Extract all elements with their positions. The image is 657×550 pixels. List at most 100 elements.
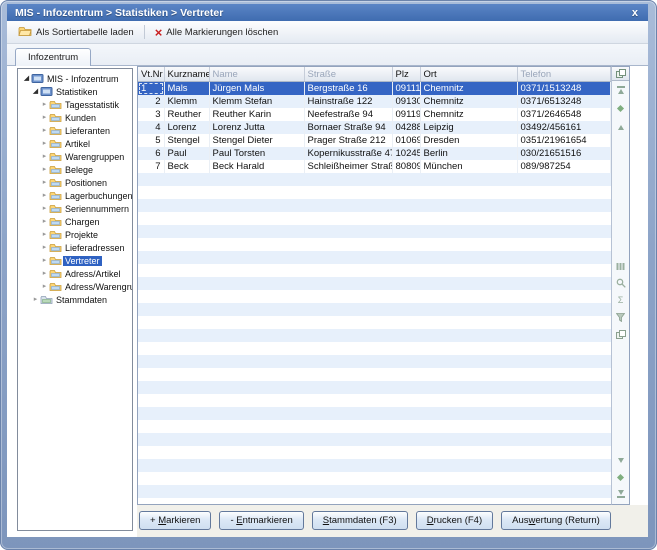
chevron-collapsed-icon[interactable]: ▸ bbox=[40, 139, 49, 148]
selection-marker-down-icon[interactable] bbox=[612, 471, 629, 483]
mark-button[interactable]: + Markieren bbox=[139, 511, 211, 530]
cell[interactable]: München bbox=[420, 160, 517, 173]
chevron-collapsed-icon[interactable]: ▸ bbox=[40, 178, 49, 187]
tab-infozentrum[interactable]: Infozentrum bbox=[15, 48, 91, 66]
tree-item-chargen[interactable]: ▸ Chargen bbox=[18, 215, 132, 228]
table-row[interactable]: 3 Reuther Reuther Karin Neefestraße 94 0… bbox=[138, 108, 611, 121]
cell[interactable]: Lorenz bbox=[164, 121, 209, 134]
cell[interactable]: 04288 bbox=[392, 121, 420, 134]
close-icon[interactable]: x bbox=[630, 7, 640, 19]
scroll-to-bottom-icon[interactable] bbox=[612, 488, 629, 500]
filter-icon[interactable] bbox=[612, 311, 629, 323]
tree-item-projekte[interactable]: ▸ Projekte bbox=[18, 228, 132, 241]
cell[interactable]: 0371/2646548 bbox=[517, 108, 611, 121]
tree-item-adress-artikel[interactable]: ▸ Adress/Artikel bbox=[18, 267, 132, 280]
sum-icon[interactable]: Σ bbox=[612, 294, 629, 306]
cell[interactable]: 80809 bbox=[392, 160, 420, 173]
cell[interactable]: Mals bbox=[164, 82, 209, 96]
cell[interactable]: 3 bbox=[138, 108, 164, 121]
cell[interactable]: Stengel Dieter bbox=[209, 134, 304, 147]
cell[interactable]: Neefestraße 94 bbox=[304, 108, 392, 121]
cell[interactable]: Klemm Stefan bbox=[209, 95, 304, 108]
tree-item-statistiken[interactable]: ◢ Statistiken bbox=[18, 85, 132, 98]
clear-marks-button[interactable]: × Alle Markierungen löschen bbox=[149, 25, 285, 40]
cell[interactable]: 10245 bbox=[392, 147, 420, 160]
chevron-collapsed-icon[interactable]: ▸ bbox=[40, 113, 49, 122]
chevron-expanded-icon[interactable]: ◢ bbox=[22, 74, 31, 83]
chevron-collapsed-icon[interactable]: ▸ bbox=[40, 282, 49, 291]
cell[interactable]: Beck bbox=[164, 160, 209, 173]
cell[interactable]: Paul bbox=[164, 147, 209, 160]
cell[interactable]: Reuther bbox=[164, 108, 209, 121]
table-row-selected[interactable]: 1 Mals Jürgen Mals Bergstraße 16 09111 C… bbox=[138, 82, 611, 96]
cell[interactable]: Schleißheimer Straße 378 bbox=[304, 160, 392, 173]
chevron-collapsed-icon[interactable]: ▸ bbox=[40, 256, 49, 265]
auswertung-button[interactable]: Auswertung (Return) bbox=[501, 511, 611, 530]
cell[interactable]: 09119 bbox=[392, 108, 420, 121]
cell[interactable]: Prager Straße 212 bbox=[304, 134, 392, 147]
chevron-collapsed-icon[interactable]: ▸ bbox=[40, 204, 49, 213]
tree-item-seriennummern[interactable]: ▸ Seriennummern bbox=[18, 202, 132, 215]
column-header-strasse[interactable]: Straße bbox=[304, 67, 392, 82]
column-header-vtnr[interactable]: Vt.Nr bbox=[138, 67, 164, 82]
cell[interactable]: 5 bbox=[138, 134, 164, 147]
tree-item-artikel[interactable]: ▸ Artikel bbox=[18, 137, 132, 150]
column-header-name[interactable]: Name bbox=[209, 67, 304, 82]
tree-item-adress-warengruppen[interactable]: ▸ Adress/Warengruppen bbox=[18, 280, 132, 293]
chevron-collapsed-icon[interactable]: ▸ bbox=[40, 191, 49, 200]
focused-cell[interactable]: 1 bbox=[138, 82, 164, 96]
cell[interactable]: Chemnitz bbox=[420, 95, 517, 108]
cell[interactable]: Chemnitz bbox=[420, 82, 517, 96]
chevron-collapsed-icon[interactable]: ▸ bbox=[40, 243, 49, 252]
chevron-collapsed-icon[interactable]: ▸ bbox=[40, 269, 49, 278]
search-icon[interactable] bbox=[612, 277, 629, 289]
cell[interactable]: 030/21651516 bbox=[517, 147, 611, 160]
cell[interactable]: 0371/1513248 bbox=[517, 82, 611, 96]
cell[interactable]: 7 bbox=[138, 160, 164, 173]
tree-item-mis-infozentrum[interactable]: ◢ MIS - Infozentrum bbox=[18, 72, 132, 85]
tree-item-belege[interactable]: ▸ Belege bbox=[18, 163, 132, 176]
cell[interactable]: 2 bbox=[138, 95, 164, 108]
cell[interactable]: Chemnitz bbox=[420, 108, 517, 121]
load-sort-table-button[interactable]: Als Sortiertabelle laden bbox=[12, 23, 140, 42]
table-row[interactable]: 5 Stengel Stengel Dieter Prager Straße 2… bbox=[138, 134, 611, 147]
cell[interactable]: Paul Torsten bbox=[209, 147, 304, 160]
table-row[interactable]: 7 Beck Beck Harald Schleißheimer Straße … bbox=[138, 160, 611, 173]
tree-item-lieferanten[interactable]: ▸ Lieferanten bbox=[18, 124, 132, 137]
export-icon[interactable] bbox=[612, 328, 629, 340]
cell[interactable]: Lorenz Jutta bbox=[209, 121, 304, 134]
tree-item-kunden[interactable]: ▸ Kunden bbox=[18, 111, 132, 124]
cell[interactable]: 09111 bbox=[392, 82, 420, 96]
cell[interactable]: 03492/456161 bbox=[517, 121, 611, 134]
tree-item-tagesstatistik[interactable]: ▸ Tagesstatistik bbox=[18, 98, 132, 111]
cell[interactable]: 089/987254 bbox=[517, 160, 611, 173]
cell[interactable]: 4 bbox=[138, 121, 164, 134]
tree-item-lagerbuchungen[interactable]: ▸ Lagerbuchungen bbox=[18, 189, 132, 202]
tree-item-lieferadressen[interactable]: ▸ Lieferadressen bbox=[18, 241, 132, 254]
chevron-collapsed-icon[interactable]: ▸ bbox=[40, 217, 49, 226]
column-header-plz[interactable]: Plz bbox=[392, 67, 420, 82]
table-row[interactable]: 4 Lorenz Lorenz Jutta Bornaer Straße 94 … bbox=[138, 121, 611, 134]
cell[interactable]: 6 bbox=[138, 147, 164, 160]
cell[interactable]: Dresden bbox=[420, 134, 517, 147]
chevron-collapsed-icon[interactable]: ▸ bbox=[40, 126, 49, 135]
cell[interactable]: Bergstraße 16 bbox=[304, 82, 392, 96]
table-row[interactable]: 2 Klemm Klemm Stefan Hainstraße 122 0913… bbox=[138, 95, 611, 108]
cell[interactable]: Jürgen Mals bbox=[209, 82, 304, 96]
cell[interactable]: 01069 bbox=[392, 134, 420, 147]
cell[interactable]: Beck Harald bbox=[209, 160, 304, 173]
column-header-kurzname[interactable]: Kurzname bbox=[164, 67, 209, 82]
selection-marker-up-icon[interactable] bbox=[612, 102, 629, 114]
column-header-telefon[interactable]: Telefon bbox=[517, 67, 611, 82]
cell[interactable]: 09130 bbox=[392, 95, 420, 108]
cell[interactable]: Leipzig bbox=[420, 121, 517, 134]
cell[interactable]: Klemm bbox=[164, 95, 209, 108]
scroll-to-top-icon[interactable] bbox=[612, 84, 629, 96]
cell[interactable]: Berlin bbox=[420, 147, 517, 160]
scroll-down-icon[interactable] bbox=[612, 454, 629, 466]
cell[interactable]: Stengel bbox=[164, 134, 209, 147]
chevron-collapsed-icon[interactable]: ▸ bbox=[31, 295, 40, 304]
tree-item-warengruppen[interactable]: ▸ Warengruppen bbox=[18, 150, 132, 163]
chevron-expanded-icon[interactable]: ◢ bbox=[31, 87, 40, 96]
column-header-ort[interactable]: Ort bbox=[420, 67, 517, 82]
